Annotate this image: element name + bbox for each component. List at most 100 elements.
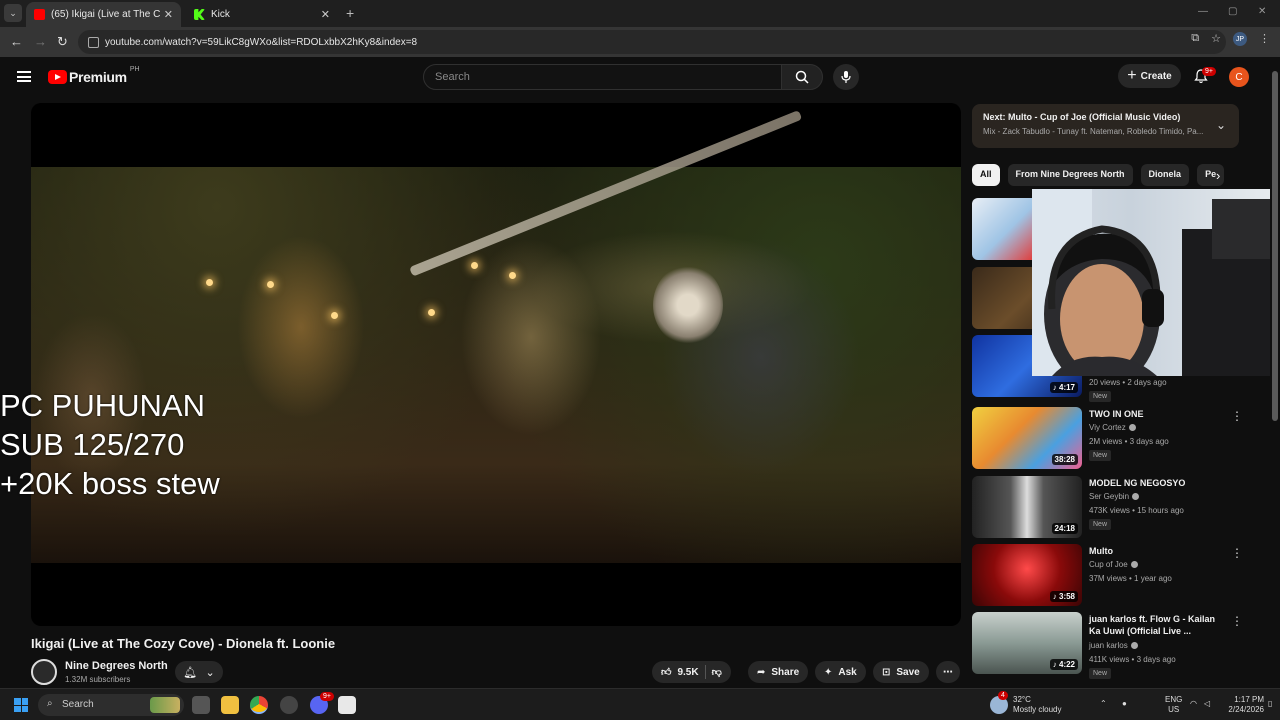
chevron-up-icon[interactable]: ⌃ <box>1100 699 1107 709</box>
maximize-button[interactable]: ▢ <box>1228 6 1237 17</box>
menu-icon[interactable] <box>17 71 31 82</box>
stream-overlay-text: PC PUHUNAN SUB 125/270 +20K boss stew <box>0 386 220 503</box>
list-item[interactable]: 24:18 MODEL NG NEGOSYO Ser Geybin 473K v… <box>972 476 1237 538</box>
tab-kick[interactable]: Kick ✕ <box>186 2 338 27</box>
chip-from-channel[interactable]: From Nine Degrees North <box>1007 164 1133 186</box>
up-next-card[interactable]: Next: Multo - Cup of Joe (Official Music… <box>972 104 1239 148</box>
new-badge: New <box>1089 519 1112 530</box>
save-label: Save <box>896 666 920 678</box>
filter-chips: All From Nine Degrees North Dionela Pe <box>972 164 1230 186</box>
language-indicator[interactable]: ENG US <box>1165 695 1182 715</box>
wifi-icon[interactable]: ◠ <box>1190 699 1197 709</box>
channel-name[interactable]: Viy Cortez <box>1089 423 1136 432</box>
chevron-right-icon[interactable]: › <box>1216 168 1220 183</box>
chrome-icon[interactable] <box>250 696 268 714</box>
channel-name[interactable]: Ser Geybin <box>1089 492 1140 501</box>
task-view-icon[interactable] <box>192 696 210 714</box>
like-dislike-group: 👍︎ 9.5K 👎︎ <box>652 661 731 683</box>
tray-app-icon[interactable]: ● <box>1122 699 1127 709</box>
more-options-icon[interactable]: ⋮ <box>1231 409 1243 423</box>
reload-icon[interactable]: ↻ <box>57 34 68 50</box>
scrollbar-thumb[interactable] <box>1272 71 1278 421</box>
verified-icon <box>1130 561 1138 569</box>
like-button[interactable]: 👍︎ 9.5K <box>661 666 699 679</box>
page-scrollbar[interactable] <box>1270 57 1280 687</box>
like-count: 9.5K <box>677 666 699 678</box>
bookmark-star-icon[interactable]: ☆ <box>1211 32 1221 46</box>
install-app-icon[interactable]: ⧉ <box>1191 32 1199 46</box>
file-explorer-icon[interactable] <box>221 696 239 714</box>
weather-widget[interactable]: 32°C Mostly cloudy <box>1013 695 1061 715</box>
dislike-button[interactable]: 👎︎ <box>712 666 722 678</box>
tab-youtube[interactable]: (65) Ikigai (Live at The Cozy Cove ✕ <box>26 2 181 27</box>
new-badge: New <box>1089 450 1112 461</box>
taskbar-search-label: Search <box>62 699 94 710</box>
video-player[interactable] <box>31 103 961 626</box>
tab-close-icon[interactable]: ✕ <box>321 8 330 21</box>
subscriber-count: 1.32M subscribers <box>65 675 131 684</box>
duration-badge: ♪ 4:22 <box>1049 659 1078 670</box>
video-title[interactable]: MODEL NG NEGOSYO <box>1089 477 1224 489</box>
voice-search-button[interactable] <box>833 64 859 90</box>
url-field[interactable]: youtube.com/watch?v=59LikC8gWXo&list=RDO… <box>78 30 1226 54</box>
save-button[interactable]: ⊡ Save <box>873 661 929 683</box>
more-options-icon[interactable]: ⋮ <box>1231 546 1243 560</box>
app-icon[interactable] <box>280 696 298 714</box>
windows-start-icon[interactable] <box>14 698 28 712</box>
channel-name[interactable]: Cup of Joe <box>1089 560 1138 569</box>
chevron-down-icon[interactable]: ⌄ <box>1216 118 1226 132</box>
channel-name[interactable]: Nine Degrees North <box>65 660 168 672</box>
create-button[interactable]: + Create <box>1118 64 1181 88</box>
notifications-tray-icon[interactable]: ▯ <box>1268 699 1272 709</box>
video-title[interactable]: Multo <box>1089 545 1224 557</box>
weather-temp: 32°C <box>1013 695 1031 704</box>
minimize-button[interactable]: — <box>1198 6 1208 17</box>
profile-avatar[interactable]: JP <box>1233 32 1247 46</box>
chip-dionela[interactable]: Dionela <box>1140 164 1190 186</box>
browser-tab-bar: ⌄ (65) Ikigai (Live at The Cozy Cove ✕ K… <box>0 0 1280 27</box>
weather-badge: 4 <box>998 691 1008 700</box>
video-thumbnail[interactable]: ♪ 3:58 <box>972 544 1082 606</box>
channel-avatar[interactable] <box>31 659 57 685</box>
forward-icon[interactable]: → <box>34 34 47 49</box>
video-thumbnail[interactable]: ♪ 4:22 <box>972 612 1082 674</box>
volume-icon[interactable]: ◁ <box>1204 699 1210 709</box>
list-item[interactable]: ♪ 4:22 juan karlos ft. Flow G - Kailan K… <box>972 612 1243 679</box>
ask-button[interactable]: ✦ Ask <box>815 661 866 683</box>
logo-text: Premium <box>69 69 127 85</box>
browser-menu-icon[interactable]: ⋮ <box>1259 32 1270 46</box>
more-options-icon[interactable]: ⋮ <box>1231 614 1243 628</box>
subscription-bell-button[interactable]: 🔔︎ ⌄ <box>175 661 223 683</box>
close-window-button[interactable]: ✕ <box>1258 6 1266 17</box>
thumbs-up-icon: 👍︎ <box>661 667 672 678</box>
windows-taskbar: ⌕ Search 9+ 4 32°C Mostly cloudy ⌃ ● ENG… <box>0 688 1280 720</box>
account-avatar[interactable]: C <box>1229 67 1249 87</box>
video-title[interactable]: juan karlos ft. Flow G - Kailan Ka Uuwi … <box>1089 613 1224 637</box>
back-icon[interactable]: ← <box>10 34 23 49</box>
clock[interactable]: 1:17 PM 2/24/2026 <box>1220 695 1264 715</box>
video-frame <box>31 110 961 563</box>
video-thumbnail[interactable]: 38:28 <box>972 407 1082 469</box>
share-button[interactable]: ➦ Share <box>748 661 809 683</box>
tab-close-icon[interactable]: ✕ <box>164 8 173 21</box>
channel-name[interactable]: juan karlos <box>1089 641 1138 650</box>
chip-all[interactable]: All <box>972 164 1000 186</box>
site-info-icon[interactable] <box>88 36 99 48</box>
video-meta: 411K views • 3 days ago <box>1089 655 1176 664</box>
youtube-logo[interactable]: Premium PH <box>48 66 140 85</box>
duration-badge: 24:18 <box>1051 523 1078 534</box>
search-button[interactable] <box>781 64 823 90</box>
tab-search-button[interactable]: ⌄ <box>4 4 22 22</box>
video-title[interactable]: TWO IN ONE <box>1089 408 1224 420</box>
taskbar-search[interactable]: ⌕ Search <box>38 694 184 716</box>
list-item[interactable]: 38:28 TWO IN ONE Viy Cortez 2M views • 3… <box>972 407 1243 469</box>
new-tab-button[interactable]: + <box>346 5 354 21</box>
more-actions-button[interactable]: ⋯ <box>936 661 960 683</box>
search-input[interactable]: Search <box>423 64 782 90</box>
list-item[interactable]: ♪ 3:58 Multo Cup of Joe 37M views • 1 ye… <box>972 544 1243 606</box>
video-meta: 473K views • 15 hours ago <box>1089 506 1184 515</box>
chevron-down-icon: ⌄ <box>205 666 215 679</box>
app-icon[interactable] <box>338 696 356 714</box>
new-badge: New <box>1089 668 1112 679</box>
video-thumbnail[interactable]: 24:18 <box>972 476 1082 538</box>
